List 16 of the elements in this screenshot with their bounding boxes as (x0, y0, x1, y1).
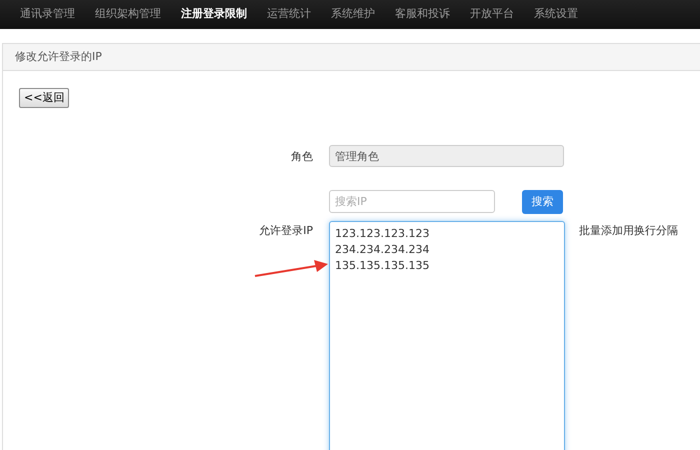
ip-list-field[interactable]: 123.123.123.123 234.234.234.234 135.135.135.135 (329, 221, 565, 450)
hint-text: 批量添加用换行分隔 (579, 223, 678, 239)
nav-item[interactable]: 开放平台 (460, 6, 524, 23)
ip-label: 允许登录IP (258, 223, 314, 239)
panel-title: 修改允许登录的IP (15, 48, 102, 65)
nav-item[interactable]: 系统维护 (321, 6, 385, 23)
nav-item[interactable]: 组织架构管理 (85, 6, 171, 23)
search-field[interactable]: 搜索IP (329, 190, 495, 213)
nav-item[interactable]: 注册登录限制 (171, 6, 257, 23)
search-button[interactable]: 搜索 (522, 190, 563, 214)
role-label: 角色 (290, 149, 314, 165)
nav-item[interactable]: 通讯录管理 (10, 6, 85, 23)
back-button[interactable]: <<返回 (19, 88, 70, 108)
nav-item[interactable]: 客服和投诉 (385, 6, 460, 23)
nav-item[interactable]: 系统设置 (524, 6, 588, 23)
nav-item[interactable]: 运营统计 (257, 6, 321, 23)
